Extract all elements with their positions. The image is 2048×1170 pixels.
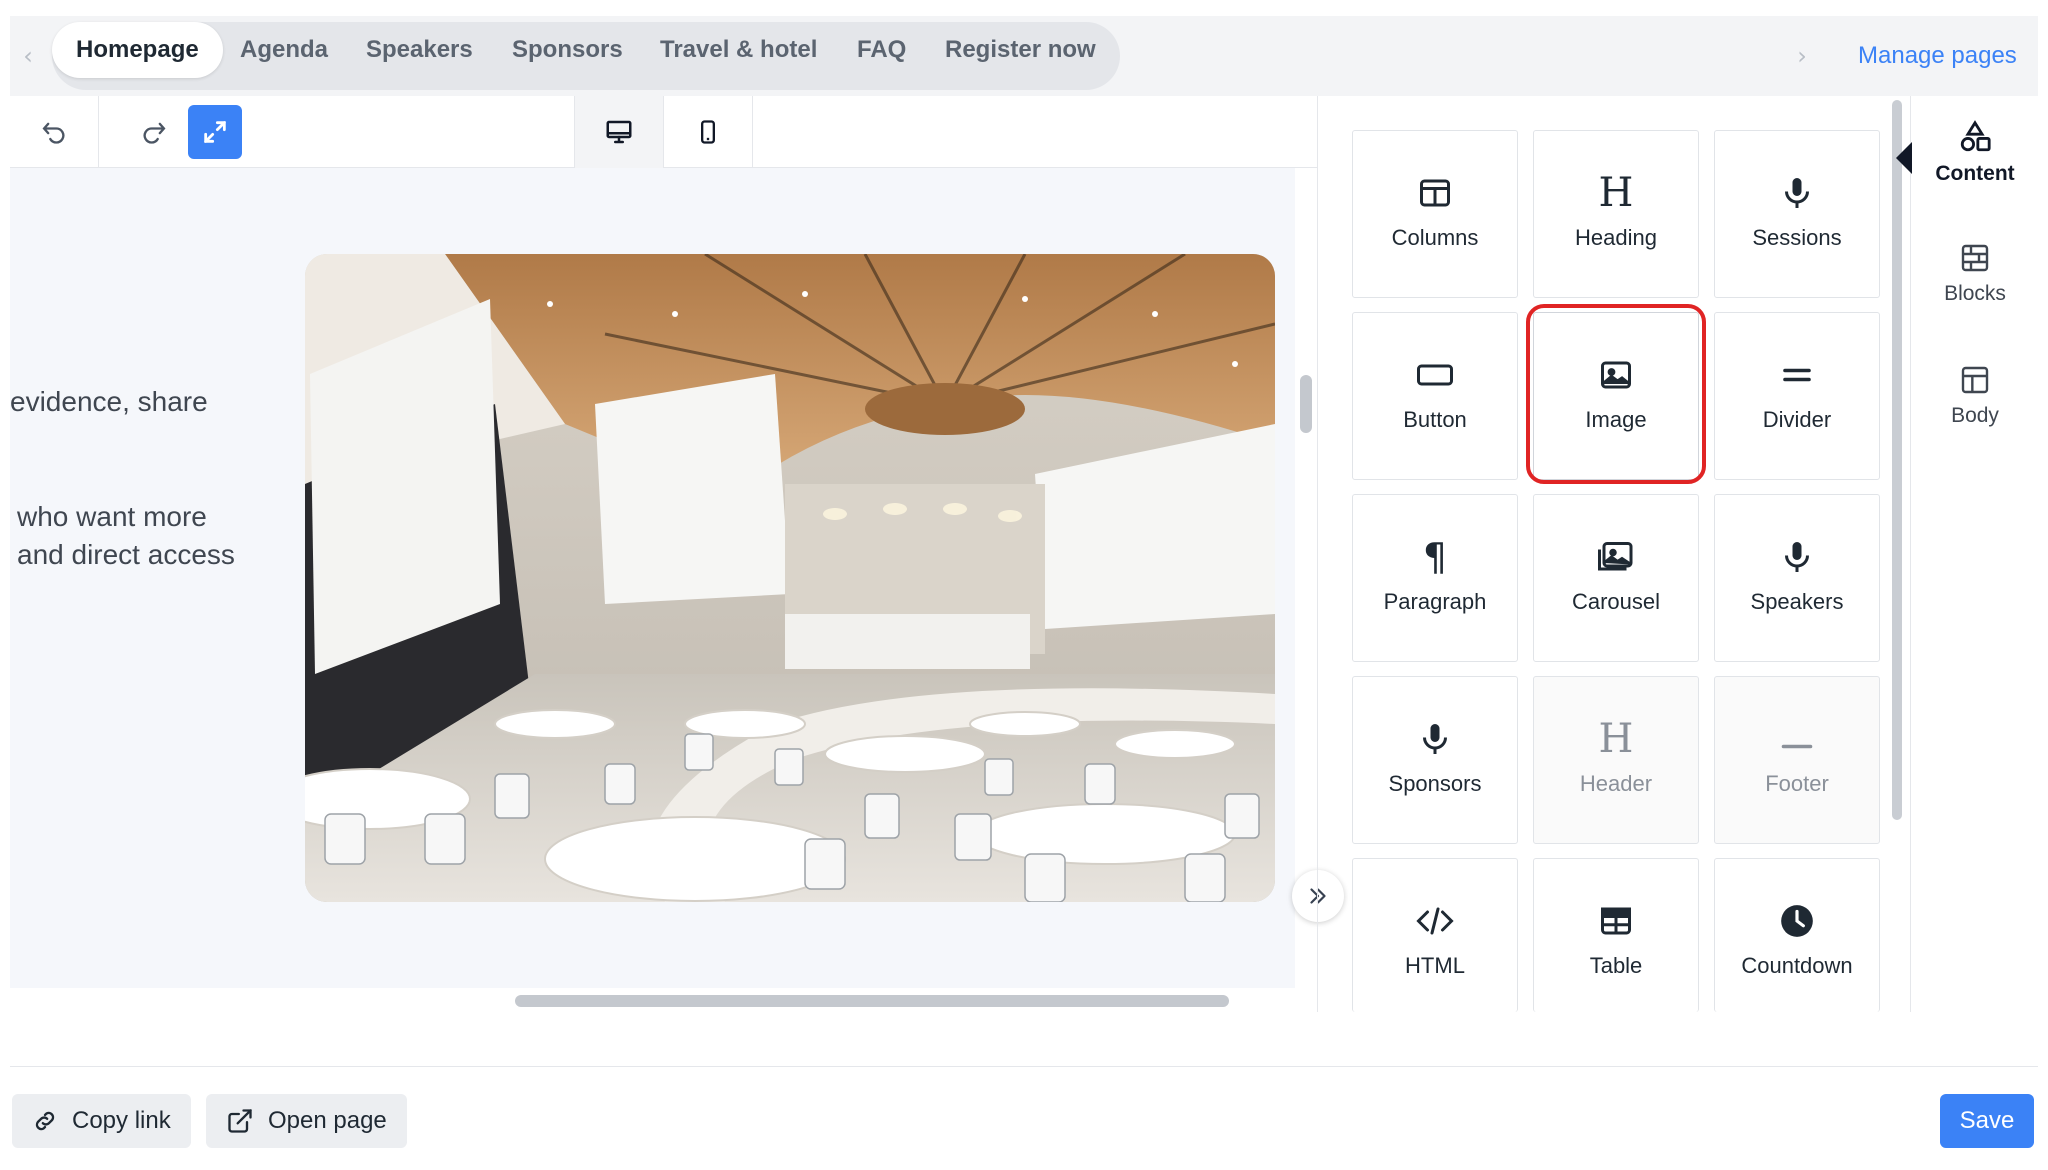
- tile-header: H Header: [1533, 676, 1699, 844]
- scroll-right-icon[interactable]: ›: [1790, 40, 1814, 72]
- tile-heading[interactable]: H Heading: [1533, 130, 1699, 298]
- tile-speakers[interactable]: Speakers: [1714, 494, 1880, 662]
- tile-countdown[interactable]: Countdown: [1714, 858, 1880, 1012]
- footer-divider: [10, 1066, 2038, 1067]
- mobile-view-button[interactable]: [664, 96, 752, 168]
- tile-columns[interactable]: Columns: [1352, 130, 1518, 298]
- tile-html[interactable]: HTML: [1352, 858, 1518, 1012]
- tab-travel-hotel[interactable]: Travel & hotel: [660, 22, 817, 78]
- tile-carousel[interactable]: Carousel: [1533, 494, 1699, 662]
- mobile-icon: [701, 120, 715, 144]
- table-icon: [1601, 907, 1631, 935]
- footer-icon: [1781, 744, 1813, 749]
- sidebar-divider: [1910, 96, 1911, 1012]
- undo-button[interactable]: [10, 96, 98, 168]
- editor-canvas[interactable]: evidence, share who want more and direct…: [10, 168, 1295, 988]
- desktop-icon: [606, 120, 632, 144]
- paragraph-icon: ¶: [1422, 535, 1448, 579]
- layout-icon: [1961, 366, 1989, 394]
- double-chevron-right-icon: [1310, 888, 1326, 904]
- fullscreen-icon: [204, 121, 226, 143]
- tab-agenda[interactable]: Agenda: [240, 22, 328, 78]
- columns-icon: [1420, 179, 1450, 207]
- tile-paragraph[interactable]: ¶ Paragraph: [1352, 494, 1518, 662]
- microphone-icon: [1423, 724, 1447, 754]
- sidebar-item-body[interactable]: Body: [1912, 364, 2038, 428]
- editor-toolbar: [10, 96, 1318, 168]
- microphone-icon: [1785, 178, 1809, 208]
- link-icon: [35, 1111, 55, 1131]
- desktop-view-button[interactable]: [575, 96, 663, 168]
- fullscreen-button[interactable]: [188, 105, 242, 159]
- open-page-button[interactable]: Open page: [206, 1094, 407, 1148]
- undo-icon: [42, 122, 65, 144]
- tile-button[interactable]: Button: [1352, 312, 1518, 480]
- save-button[interactable]: Save: [1940, 1094, 2034, 1148]
- button-icon: [1417, 364, 1453, 386]
- tile-table[interactable]: Table: [1533, 858, 1699, 1012]
- body-text-line[interactable]: and direct access: [17, 536, 235, 574]
- panel-divider: [1317, 96, 1318, 1012]
- clock-icon: [1781, 905, 1813, 937]
- blocks-icon: [1961, 244, 1989, 272]
- redo-icon: [143, 122, 166, 144]
- redo-button[interactable]: [110, 96, 198, 168]
- tile-sponsors[interactable]: Sponsors: [1352, 676, 1518, 844]
- microphone-icon: [1785, 542, 1809, 572]
- shapes-icon: [1960, 120, 1991, 152]
- sidebar-item-blocks[interactable]: Blocks: [1912, 242, 2038, 306]
- manage-pages-link[interactable]: Manage pages: [1858, 16, 2017, 96]
- image-tile-highlight: [1526, 304, 1706, 484]
- tile-sessions[interactable]: Sessions: [1714, 130, 1880, 298]
- tab-faq[interactable]: FAQ: [857, 22, 906, 78]
- tab-sponsors[interactable]: Sponsors: [512, 22, 623, 78]
- scroll-left-icon[interactable]: ‹: [16, 40, 40, 72]
- panel-scrollbar[interactable]: [1892, 100, 1902, 820]
- code-icon: [1416, 907, 1454, 935]
- heading-icon: H: [1598, 716, 1634, 762]
- body-text-line[interactable]: who want more: [17, 498, 207, 536]
- tile-divider[interactable]: Divider: [1714, 312, 1880, 480]
- conference-hall-image[interactable]: [305, 254, 1275, 902]
- canvas-vertical-scrollbar[interactable]: [1300, 375, 1312, 433]
- tab-speakers[interactable]: Speakers: [366, 22, 473, 78]
- canvas-horizontal-scrollbar[interactable]: [515, 995, 1229, 1007]
- external-link-icon: [228, 1109, 252, 1133]
- divider-icon: [1783, 368, 1811, 382]
- body-text-line[interactable]: evidence, share: [10, 383, 208, 421]
- carousel-icon: [1598, 542, 1633, 571]
- copy-link-button[interactable]: Copy link: [12, 1094, 191, 1148]
- tab-register-now[interactable]: Register now: [945, 22, 1096, 78]
- heading-icon: H: [1598, 170, 1634, 216]
- sidebar-item-content[interactable]: Content: [1912, 120, 2038, 186]
- active-section-pointer: [1896, 142, 1912, 174]
- tab-homepage[interactable]: Homepage: [52, 22, 223, 78]
- collapse-panel-button[interactable]: [1292, 870, 1344, 922]
- tile-footer: Footer: [1714, 676, 1880, 844]
